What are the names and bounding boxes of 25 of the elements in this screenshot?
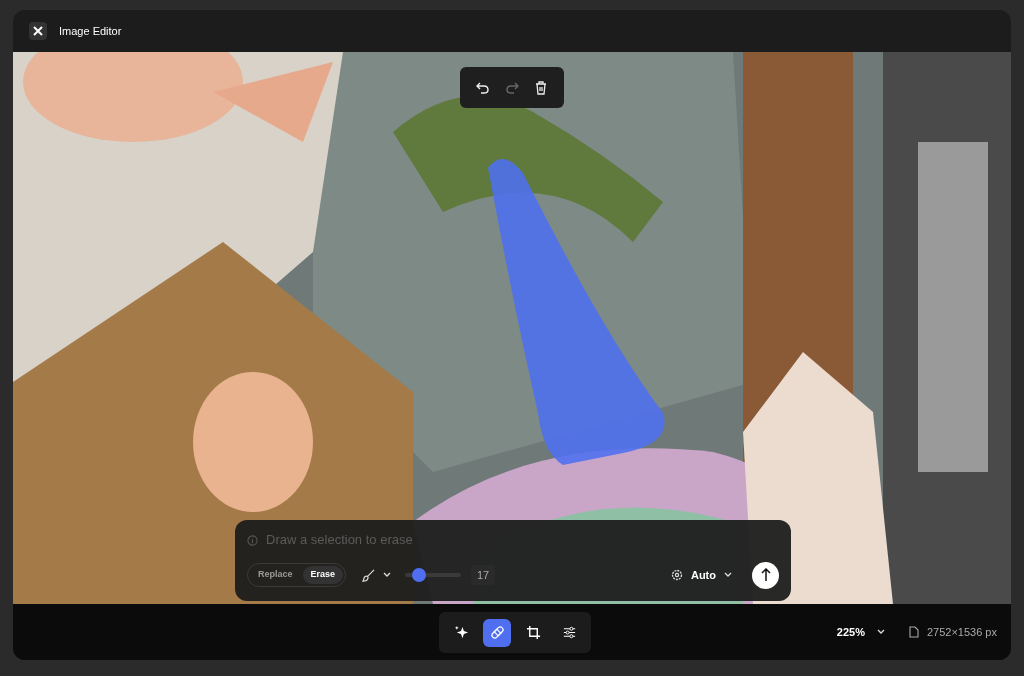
settings-icon [670, 569, 683, 581]
chevron-down-icon [724, 572, 732, 578]
close-icon [33, 26, 43, 36]
image-dimensions: 2752×1536 px [926, 624, 997, 640]
quality-dropdown[interactable]: Auto [690, 566, 732, 584]
window-title: Image Editor [59, 23, 122, 39]
mode-tab[interactable]: Replace [250, 566, 301, 584]
mode-tab[interactable]: Erase [302, 566, 344, 584]
arrow-up-icon [760, 568, 771, 582]
brush-icon [362, 568, 376, 582]
crop-icon [525, 625, 541, 640]
prompt-field[interactable]: Draw a selection to erase [266, 530, 779, 550]
close-button[interactable] [29, 22, 47, 40]
sliders-icon [561, 625, 577, 640]
heal-tool-button[interactable] [483, 618, 511, 647]
bandage-icon [489, 625, 505, 640]
zoom-dropdown[interactable]: 225% [836, 623, 885, 641]
info-icon [247, 534, 258, 546]
chevron-down-icon [876, 629, 885, 635]
brush-size-value: 17 [471, 565, 496, 585]
slider-thumb[interactable] [412, 568, 427, 582]
submit-button[interactable] [752, 561, 779, 589]
chevron-down-icon[interactable] [383, 572, 392, 578]
sparkle-icon [453, 625, 469, 640]
file-icon [908, 626, 919, 638]
